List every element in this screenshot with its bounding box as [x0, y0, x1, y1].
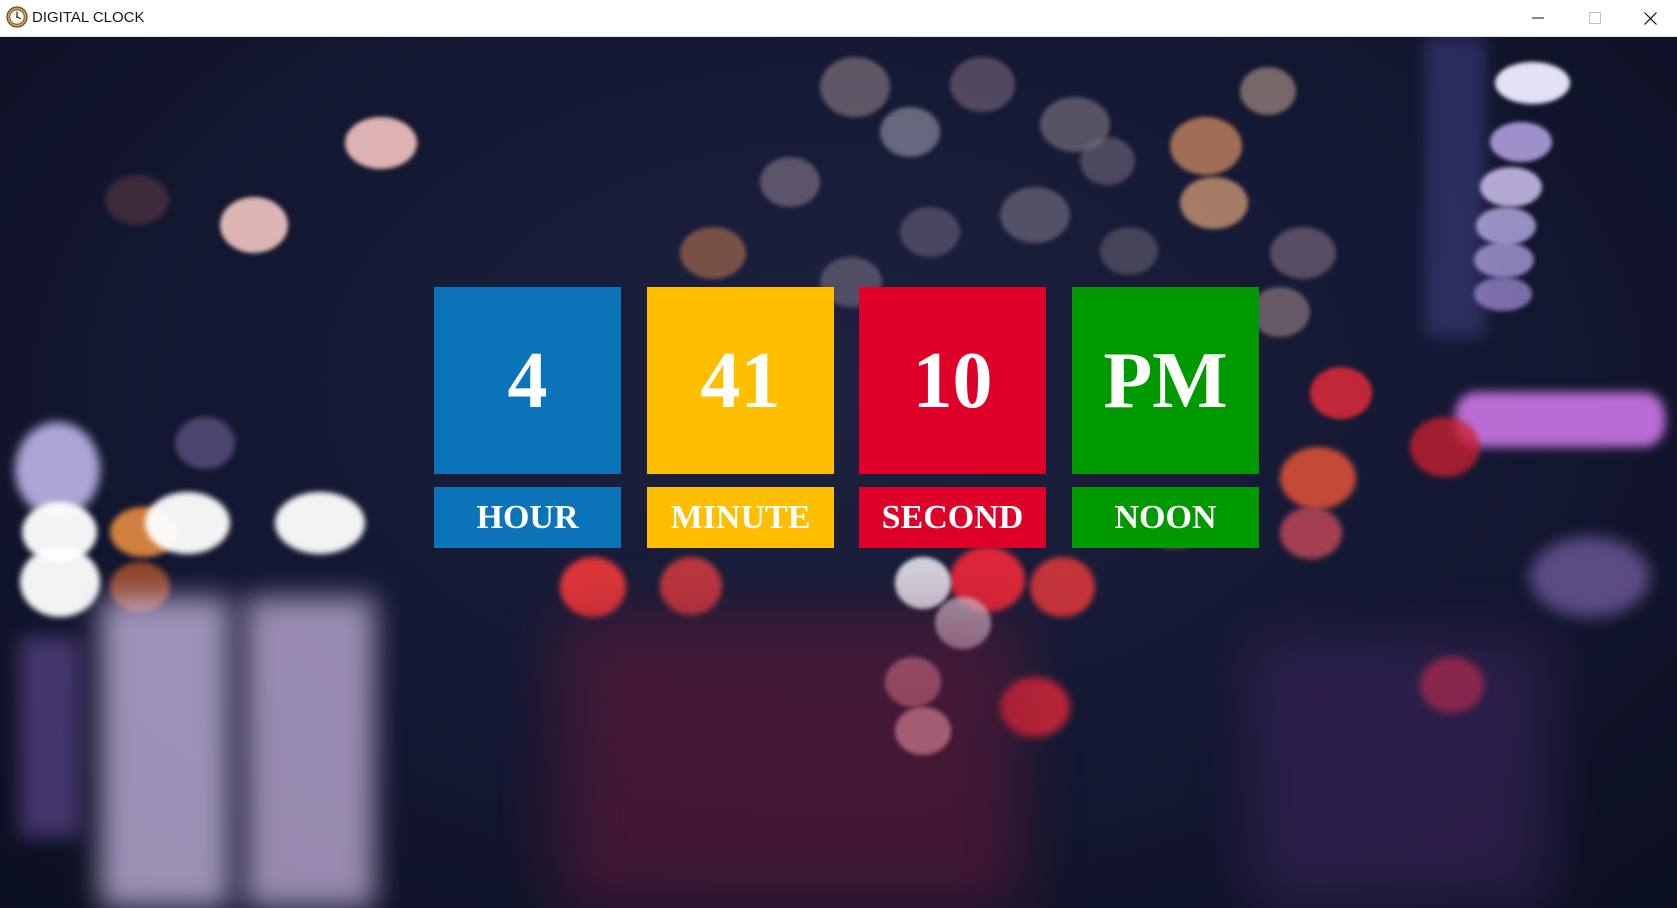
light-streak: [20, 637, 80, 837]
hour-label-box: HOUR: [434, 487, 621, 548]
bokeh-light: [760, 157, 820, 207]
bokeh-light: [1180, 177, 1248, 229]
bokeh-light: [1270, 227, 1336, 279]
bokeh-light: [820, 57, 890, 117]
maximize-icon: [1589, 12, 1601, 24]
bokeh-light: [1030, 557, 1095, 617]
minute-label: MINUTE: [670, 498, 811, 536]
bokeh-light: [1480, 167, 1542, 207]
bokeh-light: [1000, 187, 1070, 243]
window-title: DIGITAL CLOCK: [32, 9, 145, 26]
bokeh-light: [950, 57, 1015, 112]
app-window: DIGITAL CLOCK 4 41 10 PM HOUR MINUTE SEC…: [0, 0, 1677, 908]
bokeh-city-lights-background: [0, 37, 1677, 908]
clock-display-area: 4 41 10 PM HOUR MINUTE SECOND NOON: [0, 37, 1677, 908]
close-icon: [1644, 11, 1657, 25]
noon-display: PM: [1072, 287, 1259, 474]
bokeh-light: [175, 417, 235, 469]
bokeh-light: [105, 175, 169, 225]
light-streak: [1455, 392, 1665, 447]
bokeh-light: [1474, 277, 1532, 311]
bokeh-light: [275, 492, 365, 554]
maximize-button[interactable]: [1566, 0, 1624, 36]
bokeh-light: [145, 492, 230, 554]
noon-label-box: NOON: [1072, 487, 1259, 548]
bokeh-light: [1100, 227, 1158, 275]
bokeh-light: [560, 557, 626, 617]
bokeh-light: [1474, 242, 1534, 278]
second-value: 10: [912, 336, 993, 425]
bokeh-light: [1530, 537, 1650, 617]
hour-value: 4: [507, 336, 548, 425]
bokeh-light: [895, 557, 951, 609]
bokeh-light: [20, 547, 100, 617]
light-streak: [1250, 637, 1550, 908]
bokeh-light: [1250, 287, 1310, 337]
hour-display: 4: [434, 287, 621, 474]
bokeh-light: [1280, 447, 1356, 509]
minute-value: 41: [700, 336, 781, 425]
bokeh-light: [1170, 117, 1242, 175]
hour-label: HOUR: [476, 498, 579, 536]
bokeh-light: [900, 207, 960, 257]
minute-display: 41: [647, 287, 834, 474]
light-streak: [100, 597, 230, 908]
bokeh-light: [1490, 122, 1552, 162]
second-label: SECOND: [881, 498, 1024, 536]
close-button[interactable]: [1624, 0, 1677, 36]
light-streak: [560, 617, 1020, 908]
bokeh-light: [1476, 207, 1536, 245]
minute-label-box: MINUTE: [647, 487, 834, 548]
bokeh-light: [345, 117, 417, 169]
bokeh-light: [1240, 67, 1296, 115]
bokeh-light: [1495, 62, 1570, 104]
bokeh-light: [1080, 137, 1135, 185]
noon-label: NOON: [1114, 498, 1217, 536]
bokeh-light: [1310, 367, 1372, 419]
bokeh-light: [220, 197, 288, 253]
bokeh-light: [1410, 417, 1480, 477]
title-bar[interactable]: DIGITAL CLOCK: [0, 0, 1677, 37]
minimize-icon: [1532, 17, 1544, 19]
bokeh-light: [1280, 507, 1342, 559]
clock-icon: [6, 6, 28, 28]
bokeh-light: [680, 227, 746, 279]
second-label-box: SECOND: [859, 487, 1046, 548]
noon-value: PM: [1103, 336, 1228, 425]
second-display: 10: [859, 287, 1046, 474]
bokeh-light: [660, 557, 722, 615]
minimize-button[interactable]: [1509, 0, 1567, 36]
bokeh-light: [880, 107, 940, 157]
light-streak: [245, 597, 375, 908]
